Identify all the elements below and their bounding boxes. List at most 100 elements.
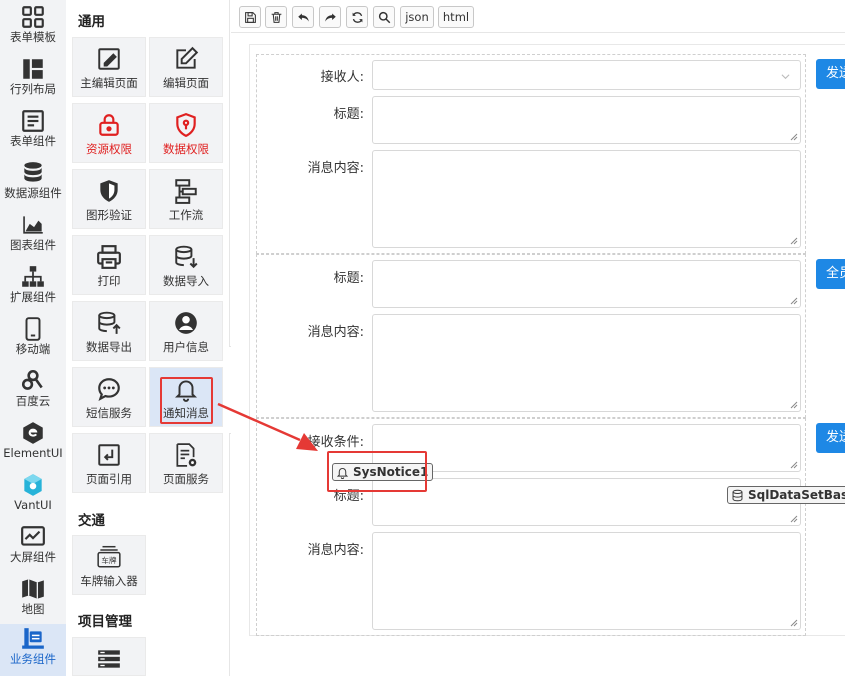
refresh-button[interactable]	[346, 6, 368, 28]
tile-data-export[interactable]: 数据导出	[72, 301, 146, 361]
content-textarea[interactable]	[372, 314, 801, 412]
resize-handle-icon	[790, 133, 798, 141]
tile-main-edit-page[interactable]: 主编辑页面	[72, 37, 146, 97]
nav-item-map[interactable]: 地图	[0, 574, 66, 626]
search-button[interactable]	[373, 6, 395, 28]
send-button[interactable]: 发送	[816, 423, 845, 453]
content-label: 消息内容:	[307, 325, 364, 340]
tile-sms-service[interactable]: 短信服务	[72, 367, 146, 427]
redo-button[interactable]	[319, 6, 341, 28]
resize-handle-icon	[790, 401, 798, 409]
page-ref-icon	[98, 444, 120, 466]
trash-icon	[271, 12, 281, 23]
tile-label: 数据导入	[163, 274, 209, 288]
tile-label: 页面引用	[86, 472, 132, 486]
tag-label: SqlDataSetBase1	[748, 488, 845, 502]
nav-item-row-column-layout[interactable]: 行列布局	[0, 54, 66, 106]
nav-item-baidu-cloud[interactable]: 百度云	[0, 366, 66, 418]
tile-label: 图形验证	[86, 208, 132, 222]
tile-data-permission[interactable]: 数据权限	[149, 103, 223, 163]
receiver-label: 接收人:	[320, 70, 364, 85]
database-icon	[24, 162, 42, 182]
html-button[interactable]: html	[438, 6, 474, 28]
tile-label: 车牌输入器	[80, 574, 138, 588]
title-label: 标题:	[333, 271, 364, 286]
nav-item-datasource-components[interactable]: 数据源组件	[0, 158, 66, 210]
section-title-general: 通用	[78, 14, 105, 30]
title-label: 标题:	[333, 107, 364, 122]
resize-handle-icon	[790, 619, 798, 627]
tile-edit-page[interactable]: 编辑页面	[149, 37, 223, 97]
nav-label: 业务组件	[10, 652, 56, 666]
sql-dataset-component-tag[interactable]: SqlDataSetBase1	[727, 486, 845, 504]
tile-label: 短信服务	[86, 406, 132, 420]
license-plate-icon: 车牌	[97, 545, 121, 568]
search-icon	[378, 11, 390, 24]
send-button[interactable]: 发送	[816, 59, 845, 89]
tile-label: 资源权限	[86, 142, 132, 156]
tile-workflow[interactable]: 工作流	[149, 169, 223, 229]
resize-handle-icon	[790, 237, 798, 245]
chevron-down-icon	[781, 74, 790, 80]
redo-icon	[324, 13, 336, 22]
nav-label: 图表组件	[10, 238, 56, 252]
delete-button[interactable]	[265, 6, 287, 28]
undo-icon	[297, 13, 309, 22]
db-export-icon	[98, 311, 121, 334]
tile-page-service[interactable]: 页面服务	[149, 433, 223, 493]
tile-project-item[interactable]	[72, 637, 146, 676]
content-textarea[interactable]	[372, 150, 801, 248]
user-circle-icon	[175, 312, 197, 334]
title-textarea[interactable]	[372, 96, 801, 144]
tile-graphic-verification[interactable]: 图形验证	[72, 169, 146, 229]
nav-label: 移动端	[15, 342, 51, 356]
tile-label: 主编辑页面	[80, 76, 138, 90]
save-button[interactable]	[239, 6, 261, 28]
tile-label: 编辑页面	[163, 76, 209, 90]
condition-textarea[interactable]	[372, 424, 801, 472]
nav-item-vantui[interactable]: VantUI	[0, 470, 66, 522]
nav-item-mobile[interactable]: 移动端	[0, 314, 66, 366]
shield-icon	[176, 113, 196, 138]
nav-label: 百度云	[15, 394, 51, 408]
grid-icon	[22, 6, 44, 28]
title-textarea[interactable]	[372, 260, 801, 308]
tile-resource-permission[interactable]: 资源权限	[72, 103, 146, 163]
undo-button[interactable]	[292, 6, 314, 28]
nav-item-bigscreen-components[interactable]: 大屏组件	[0, 522, 66, 574]
map-icon	[22, 579, 44, 599]
nav-item-business-components[interactable]: 业务组件	[0, 624, 66, 676]
nav-label: 行列布局	[10, 82, 56, 96]
nav-label: 大屏组件	[10, 550, 56, 564]
nav-item-form-components[interactable]: 表单组件	[0, 106, 66, 158]
json-button[interactable]: json	[400, 6, 434, 28]
tile-user-info[interactable]: 用户信息	[149, 301, 223, 361]
tile-label: 用户信息	[163, 340, 209, 354]
tile-page-reference[interactable]: 页面引用	[72, 433, 146, 493]
resize-handle-icon	[790, 297, 798, 305]
content-textarea[interactable]	[372, 532, 801, 630]
nav-label: 地图	[21, 602, 45, 616]
tile-print[interactable]: 打印	[72, 235, 146, 295]
tile-label: 数据导出	[86, 340, 132, 354]
tile-data-import[interactable]: 数据导入	[149, 235, 223, 295]
receiver-select[interactable]	[372, 60, 801, 90]
refresh-icon	[352, 12, 362, 23]
content-label: 消息内容:	[307, 543, 364, 558]
send-all-button[interactable]: 全员	[816, 259, 845, 289]
tile-label: 工作流	[168, 208, 204, 222]
nav-item-extension-components[interactable]: 扩展组件	[0, 262, 66, 314]
tile-license-plate-input[interactable]: 车牌 车牌输入器	[72, 535, 146, 595]
nav-item-form-template[interactable]: 表单模板	[0, 2, 66, 54]
form-icon	[22, 110, 44, 132]
nav-label: VantUI	[14, 498, 52, 512]
nav-item-elementui[interactable]: ElementUI	[0, 418, 66, 470]
nav-label: ElementUI	[3, 446, 63, 460]
workflow-icon	[175, 179, 197, 204]
chat-bubble-icon	[98, 378, 120, 401]
area-chart-icon	[23, 216, 43, 234]
nav-item-chart-components[interactable]: 图表组件	[0, 210, 66, 262]
section-title-traffic: 交通	[78, 513, 105, 529]
main-edit-page-icon	[98, 48, 120, 70]
nav-label: 扩展组件	[10, 290, 56, 304]
